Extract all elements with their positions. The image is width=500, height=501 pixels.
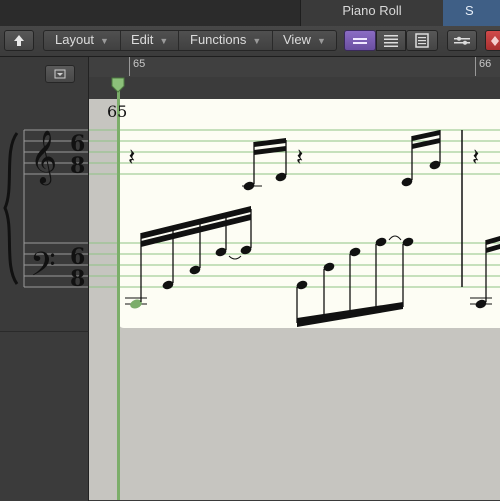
time-sig-bottom-bass: 8 [70,266,85,292]
quarter-rest-icon: 𝄽 [472,143,479,171]
measure-number: 65 [107,102,128,121]
treble-clef-icon: 𝄞 [30,129,57,185]
treble-note-group-2 [401,130,441,187]
quarter-rest-icon: 𝄽 [128,143,135,171]
score-notation: 𝄞 𝄢 6 8 6 8 𝄽 𝄽 𝄽 [3,129,500,327]
grand-staff-brace [3,132,19,285]
bass-note-group-1 [125,206,252,309]
score-staff-lines [89,129,500,288]
treble-note-group-1 [242,138,287,191]
bass-note-group-3 [470,236,500,309]
time-sig-bottom-treble: 8 [70,153,85,179]
bass-clef-icon: 𝄢 [30,246,56,292]
quarter-rest-icon: 𝄽 [296,143,303,171]
playhead[interactable] [117,85,120,500]
bass-note-group-2 [296,235,414,327]
